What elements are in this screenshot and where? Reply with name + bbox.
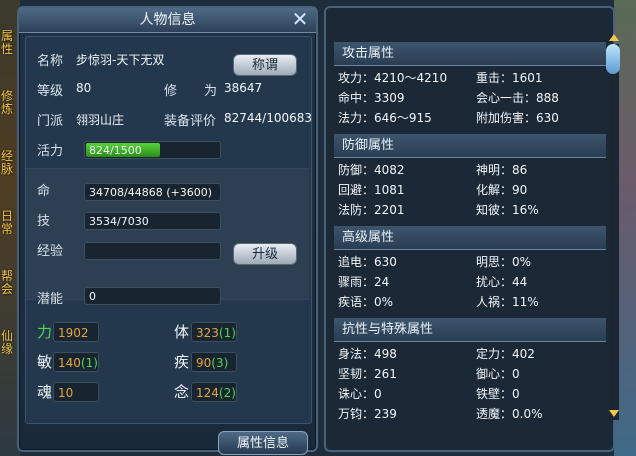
side-tab-attributes[interactable]: 属性 xyxy=(0,30,14,56)
scroll-down-arrow-icon[interactable] xyxy=(609,410,619,417)
vitality-label: 活力 xyxy=(37,144,64,159)
stat-agility-value: 140(1) xyxy=(53,352,99,372)
attribute-value: 骤雨：24 xyxy=(338,275,390,289)
potential-field: 0 xyxy=(84,287,221,305)
stat-body-value: 323(1) xyxy=(191,322,237,342)
attribute-value: 法防：2201 xyxy=(338,203,405,217)
vitality-bar: 824/1500 xyxy=(84,141,221,159)
hp-field: 34708/44868 (+3600) xyxy=(84,183,221,201)
side-tab-guild[interactable]: 帮会 xyxy=(0,270,14,296)
exp-field xyxy=(84,242,221,260)
section-header: 防御属性 xyxy=(334,134,606,158)
attribute-value: 追电：630 xyxy=(338,255,397,269)
exp-label: 经验 xyxy=(37,244,64,259)
attribute-value: 神明：86 xyxy=(476,163,528,177)
attribute-value: 重击：1601 xyxy=(476,71,543,85)
rating-value: 82744/100683 xyxy=(224,111,313,125)
attribute-value: 附加伤害：630 xyxy=(476,111,559,125)
side-tab-daily[interactable]: 日常 xyxy=(0,210,14,236)
side-tab-cultivation[interactable]: 修炼 xyxy=(0,90,14,116)
sect-label: 门派 xyxy=(37,114,64,129)
attribute-value: 铁壁：0 xyxy=(476,387,520,401)
cultivation-value: 38647 xyxy=(224,81,263,95)
attribute-value: 攻力：4210～4210 xyxy=(338,71,448,85)
level-value: 80 xyxy=(76,81,92,95)
stat-mind-value: 124(2) xyxy=(191,382,237,402)
scroll-up-arrow-icon[interactable] xyxy=(609,34,619,41)
scrollbar-thumb[interactable] xyxy=(606,44,620,74)
attribute-value: 知彼：16% xyxy=(476,203,539,217)
attribute-value: 疾语：0% xyxy=(338,295,394,309)
name-label: 名称 xyxy=(37,54,64,69)
stat-agility-label: 敏 xyxy=(37,353,53,371)
rating-label: 装备评价 xyxy=(164,114,217,129)
cultivation-label-2: 为 xyxy=(204,84,218,99)
side-tab-fate[interactable]: 仙缘 xyxy=(0,330,14,356)
attribute-details-panel: 攻击属性攻力：4210～4210 重击：1601 命中：3309 会心一击：888 法力… xyxy=(324,6,620,452)
title-button[interactable]: 称谓 xyxy=(233,54,297,76)
stat-soul-label: 魂 xyxy=(37,383,53,401)
stat-soul-value: 10 xyxy=(53,382,99,402)
section-header: 抗性与特殊属性 xyxy=(334,318,606,342)
stat-speed-value: 90(3) xyxy=(191,352,237,372)
level-label: 等级 xyxy=(37,84,64,99)
skill-label: 技 xyxy=(37,214,51,229)
attribute-value: 人祸：11% xyxy=(476,295,539,309)
attribute-value: 万钧：239 xyxy=(338,407,397,421)
panel-title: 人物信息 xyxy=(19,8,316,33)
stat-mind-label: 念 xyxy=(174,383,190,401)
attribute-value: 定力：402 xyxy=(476,347,535,361)
side-tab-meridians[interactable]: 经脉 xyxy=(0,150,14,176)
attribute-value: 回避：1081 xyxy=(338,183,405,197)
close-icon[interactable]: ✕ xyxy=(290,9,310,29)
attribute-value: 命中：3309 xyxy=(338,91,405,105)
attribute-value: 防御：4082 xyxy=(338,163,405,177)
cultivation-label: 修 xyxy=(164,84,178,99)
section-header: 高级属性 xyxy=(334,226,606,250)
attribute-value: 扰心：44 xyxy=(476,275,528,289)
attribute-value: 透魔：0.0% xyxy=(476,407,543,421)
sect-value: 翎羽山庄 xyxy=(76,113,125,127)
section-header: 攻击属性 xyxy=(334,42,606,66)
name-value: 步惊羽-天下无双 xyxy=(76,53,165,67)
vitality-value: 824/1500 xyxy=(89,144,142,157)
attribute-value: 会心一击：888 xyxy=(476,91,559,105)
attribute-value: 诛心：0 xyxy=(338,387,382,401)
stat-body-label: 体 xyxy=(174,323,190,341)
potential-label: 潜能 xyxy=(37,292,64,307)
attribute-value: 御心：0 xyxy=(476,367,520,381)
stat-strength-label: 力 xyxy=(37,323,53,341)
attribute-value: 化解：90 xyxy=(476,183,528,197)
scrollbar-track[interactable] xyxy=(609,44,619,420)
attribute-value: 坚韧：261 xyxy=(338,367,397,381)
stat-strength-value: 1902 xyxy=(53,322,99,342)
attribute-value: 身法：498 xyxy=(338,347,397,361)
stat-speed-label: 疾 xyxy=(174,353,190,371)
skill-field: 3534/7030 xyxy=(84,212,221,230)
attribute-value: 法力：646～915 xyxy=(338,111,432,125)
levelup-button[interactable]: 升级 xyxy=(233,243,297,265)
character-info-panel: 人物信息 ✕ 名称 步惊羽-天下无双 称谓 等级 80 修 为 38647 门派… xyxy=(17,6,318,455)
hp-label: 命 xyxy=(37,184,51,199)
attribute-info-button[interactable]: 属性信息 xyxy=(218,431,308,455)
attribute-value: 明思：0% xyxy=(476,255,532,269)
